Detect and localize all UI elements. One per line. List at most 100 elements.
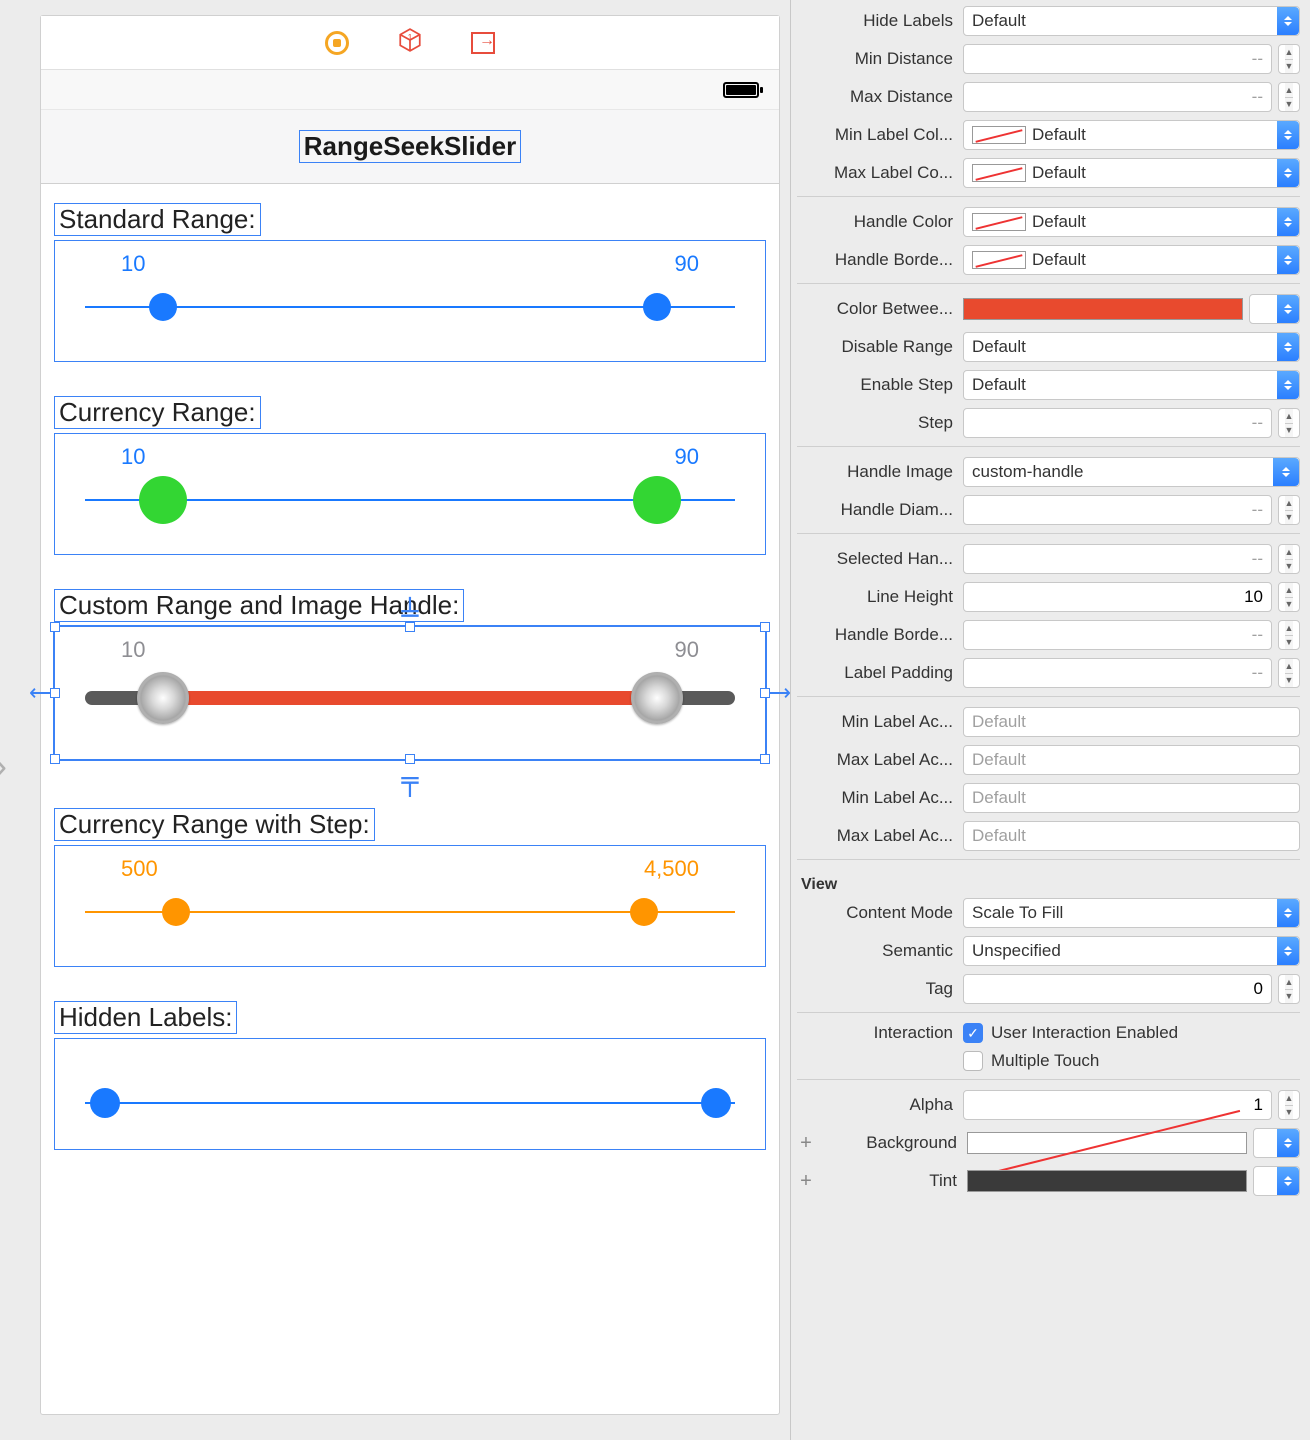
scroll-content: Standard Range: 10 90 [41,184,779,1205]
row-label-padding: Label Padding -- ▲▼ [797,658,1300,688]
slider-max-label: 90 [675,637,699,663]
prop-label: Max Label Co... [797,163,957,183]
resize-handle[interactable] [405,754,415,764]
stepper[interactable]: ▲▼ [1278,974,1300,1004]
handle-diameter-field[interactable]: -- [963,495,1272,525]
stepper[interactable]: ▲▼ [1278,1090,1300,1120]
handle-image-combo[interactable]: custom-handle [963,457,1300,487]
resize-handle[interactable] [50,688,60,698]
min-distance-field[interactable]: -- [963,44,1272,74]
tag-field[interactable]: 0 [963,974,1272,1004]
prop-label: Content Mode [797,903,957,923]
slider-step[interactable]: 500 4,500 [55,846,765,966]
step-field[interactable]: -- [963,408,1272,438]
stepper[interactable]: ▲▼ [1278,408,1300,438]
slider-handle-max[interactable] [643,293,671,321]
label-currency[interactable]: Currency Range: [55,397,260,428]
handle-color-combo[interactable]: Default [963,207,1300,237]
handle-border-color-combo[interactable]: Default [963,245,1300,275]
resize-handle[interactable] [50,754,60,764]
slider-hidden[interactable] [55,1039,765,1149]
label-step[interactable]: Currency Range with Step: [55,809,374,840]
slider-handle-min[interactable] [137,672,189,724]
row-handle-border-color: Handle Borde... Default [797,245,1300,275]
prop-label: Tag [797,979,957,999]
max-label-color-combo[interactable]: Default [963,158,1300,188]
slider-handle-min[interactable] [149,293,177,321]
stepper[interactable]: ▲▼ [1278,544,1300,574]
disable-range-combo[interactable]: Default [963,332,1300,362]
slider-currency[interactable]: 10 90 [55,434,765,554]
slider-standard[interactable]: 10 90 [55,241,765,361]
stepper[interactable]: ▲▼ [1278,658,1300,688]
slider-handle-min[interactable] [162,898,190,926]
tint-color-swatch[interactable] [967,1170,1247,1192]
row-max-label-acc: Max Label Ac... Default [797,745,1300,775]
alpha-field[interactable]: 1 [963,1090,1272,1120]
semantic-combo[interactable]: Unspecified [963,936,1300,966]
label-standard[interactable]: Standard Range: [55,204,260,235]
plus-icon[interactable]: + [797,1170,815,1193]
row-line-height: Line Height 10 ▲▼ [797,582,1300,612]
line-height-field[interactable]: 10 [963,582,1272,612]
label-padding-field[interactable]: -- [963,658,1272,688]
stepper[interactable]: ▲▼ [1278,82,1300,112]
stepper[interactable]: ▲▼ [1278,44,1300,74]
resize-handle[interactable] [760,622,770,632]
background-color-swatch[interactable] [967,1132,1247,1154]
user-interaction-checkbox[interactable]: ✓ [963,1023,983,1043]
divider [797,1079,1300,1080]
slider-handle-max[interactable] [630,898,658,926]
prop-label: Min Label Col... [797,125,957,145]
stepper[interactable]: ▲▼ [1278,620,1300,650]
row-min-label-color: Min Label Col... Default [797,120,1300,150]
chevron-updown-icon [1277,1129,1299,1157]
slider-track [85,306,735,308]
resize-handle[interactable] [50,622,60,632]
prop-label: Max Label Ac... [797,826,957,846]
max-distance-field[interactable]: -- [963,82,1272,112]
stepper[interactable]: ▲▼ [1278,582,1300,612]
divider [797,1012,1300,1013]
slider-handle-max[interactable] [631,672,683,724]
cube-icon[interactable]: 1 [397,27,423,58]
min-label-acc2-field[interactable]: Default [963,783,1300,813]
prop-label: Max Label Ac... [797,750,957,770]
background-color-menu[interactable] [1253,1128,1300,1158]
resize-handle[interactable] [760,754,770,764]
section-hidden: Hidden Labels: [55,1002,765,1149]
content-mode-combo[interactable]: Scale To Fill [963,898,1300,928]
slider-handle-max[interactable] [701,1088,731,1118]
max-label-acc2-field[interactable]: Default [963,821,1300,851]
tint-color-menu[interactable] [1253,1166,1300,1196]
slider-handle-min[interactable] [90,1088,120,1118]
multiple-touch-checkbox[interactable] [963,1051,983,1071]
color-between-swatch[interactable] [963,298,1243,320]
hide-labels-combo[interactable]: Default [963,6,1300,36]
phone-preview: RangeSeekSlider Standard Range: 10 90 [41,70,779,1205]
color-between-menu[interactable] [1249,294,1300,324]
exit-icon[interactable] [471,32,495,54]
prop-label: Hide Labels [797,11,957,31]
slider-max-label: 4,500 [644,856,699,882]
stop-icon[interactable] [325,31,349,55]
enable-step-combo[interactable]: Default [963,370,1300,400]
slider-handle-min[interactable] [139,476,187,524]
divider [797,283,1300,284]
resize-handle[interactable] [405,622,415,632]
stepper[interactable]: ▲▼ [1278,495,1300,525]
min-label-color-combo[interactable]: Default [963,120,1300,150]
min-label-acc-field[interactable]: Default [963,707,1300,737]
resize-handle[interactable] [760,688,770,698]
prop-label: Alpha [797,1095,957,1115]
slider-handle-max[interactable] [633,476,681,524]
plus-icon[interactable]: + [797,1132,815,1155]
page-title[interactable]: RangeSeekSlider [300,131,520,162]
max-label-acc-field[interactable]: Default [963,745,1300,775]
prop-label: Handle Borde... [797,250,957,270]
selected-handle-field[interactable]: -- [963,544,1272,574]
handle-border-width-field[interactable]: -- [963,620,1272,650]
label-hidden[interactable]: Hidden Labels: [55,1002,236,1033]
slider-custom-selected[interactable]: ╧ ╤ ⟵ ⟶ 10 90 [55,627,765,759]
prop-label: Handle Diam... [797,500,957,520]
